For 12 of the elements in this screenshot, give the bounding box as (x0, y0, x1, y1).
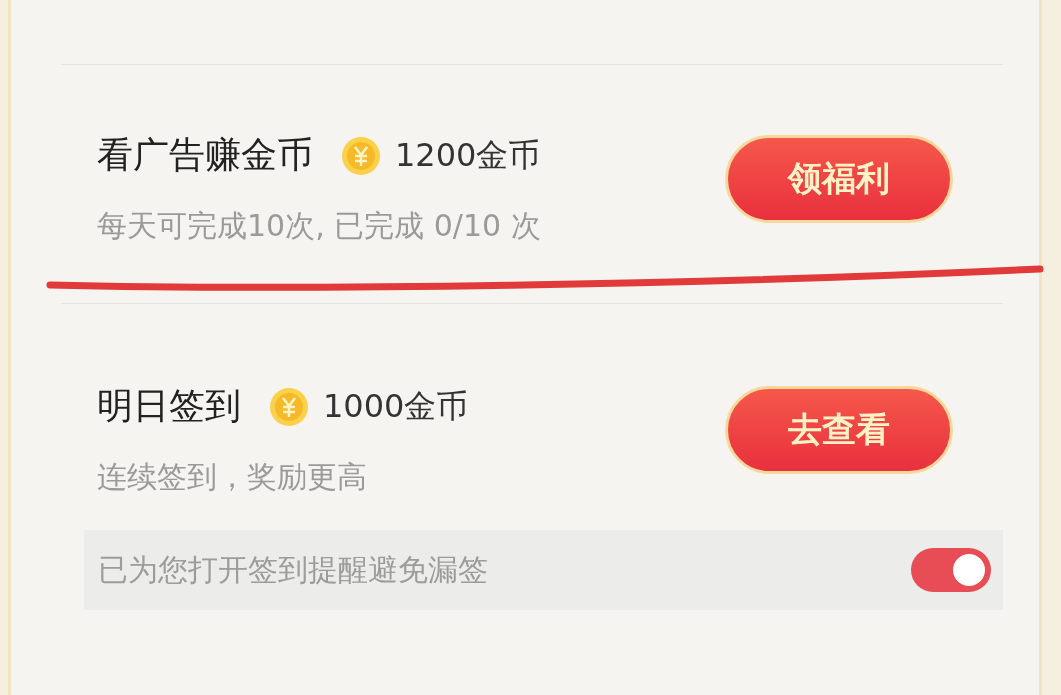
coin-icon (269, 386, 309, 427)
reward-amount: 1000金币 (323, 385, 469, 427)
reward-amount: 1200金币 (395, 134, 541, 176)
task-description: 连续签到，奖励更高 (97, 458, 368, 496)
action-button[interactable]: 领福利 (725, 135, 953, 223)
action-button[interactable]: 去查看 (725, 386, 953, 474)
task-title: 看广告赚金币 (97, 133, 313, 177)
coin-icon (341, 135, 381, 176)
reminder-text: 已为您打开签到提醒避免漏签 (98, 550, 488, 589)
task-description: 每天可完成10次, 已完成 0/10 次 (97, 207, 541, 245)
reminder-toggle[interactable] (911, 548, 991, 592)
task-title: 明日签到 (97, 384, 241, 428)
